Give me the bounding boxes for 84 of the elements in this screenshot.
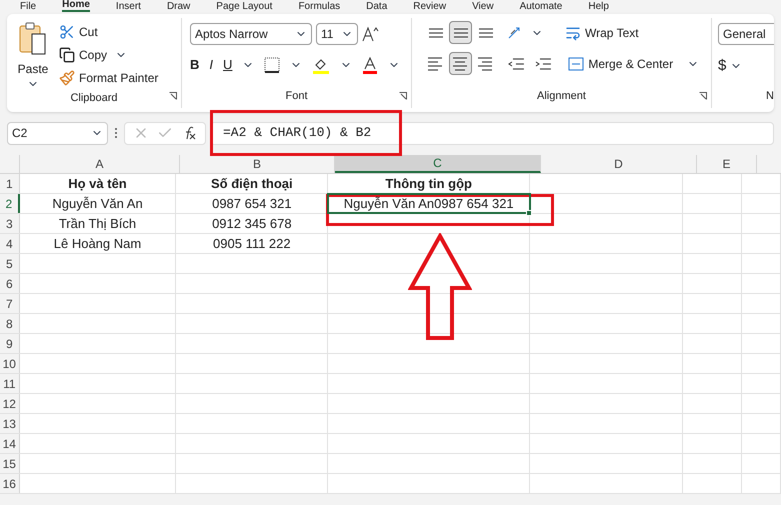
row-header[interactable]: 16	[0, 474, 20, 493]
font-color-icon[interactable]	[362, 56, 378, 74]
underline-button[interactable]: U	[223, 55, 232, 74]
align-icon	[428, 28, 444, 38]
merge-center-button[interactable]: Merge & Center	[568, 54, 674, 72]
merge-icon	[568, 56, 584, 70]
paste-button[interactable]: Paste	[7, 22, 59, 90]
increase-indent-icon[interactable]	[534, 56, 552, 72]
row-header[interactable]: 11	[0, 374, 20, 393]
increase-font-icon[interactable]	[362, 26, 380, 42]
menu-tab[interactable]: File	[20, 1, 36, 12]
row-header[interactable]: 14	[0, 434, 20, 453]
row-header[interactable]: 6	[0, 274, 20, 293]
dialog-launcher-icon[interactable]	[169, 92, 177, 100]
row-header[interactable]: 10	[0, 354, 20, 373]
row-header[interactable]: 4	[0, 234, 20, 253]
menu-tab[interactable]: Review	[413, 1, 446, 12]
cell-text: 0912 345 678	[212, 214, 292, 233]
dialog-launcher-icon[interactable]	[699, 92, 707, 100]
number-format-dropdown[interactable]: General	[718, 23, 774, 45]
menu-tab[interactable]: View	[472, 1, 494, 12]
group-label: Font	[284, 88, 308, 104]
row-header[interactable]: 15	[0, 454, 20, 473]
row-header[interactable]: 12	[0, 394, 20, 413]
column-header[interactable]: E	[697, 155, 757, 173]
column-header[interactable]: C	[335, 155, 541, 173]
fill-handle[interactable]	[526, 210, 532, 216]
row-header[interactable]: 8	[0, 314, 20, 333]
copy-icon	[59, 47, 75, 63]
wrap-text-button[interactable]: Wrap Text	[565, 24, 639, 42]
cell-text: Họ và tên	[68, 174, 127, 193]
align-icon	[477, 56, 494, 70]
wrap-text-icon	[565, 24, 581, 40]
align-icon	[427, 56, 444, 70]
clipboard-icon	[18, 22, 48, 56]
row-header[interactable]: 7	[0, 294, 20, 313]
column-header[interactable]: A	[20, 155, 180, 173]
group-label: Clipboard	[70, 91, 118, 106]
more-options-icon[interactable]	[112, 126, 120, 140]
column-header[interactable]: D	[541, 155, 697, 173]
menu-tab[interactable]: Formulas	[298, 1, 340, 12]
font-size-dropdown[interactable]: 11	[316, 23, 358, 45]
scissors-icon	[59, 24, 75, 40]
menu-tab[interactable]: Insert	[116, 1, 141, 12]
cell-text: 0905 111 222	[213, 234, 291, 253]
menu-tab[interactable]: Home	[62, 0, 90, 12]
cell-text: Trần Thị Bích	[58, 214, 136, 233]
menu-tab[interactable]: Automate	[520, 1, 562, 12]
format-painter-button[interactable]: Format Painter	[59, 68, 158, 88]
dialog-launcher-icon[interactable]	[399, 92, 407, 100]
align-icon	[452, 28, 468, 38]
bold-button[interactable]: B	[190, 55, 200, 74]
row-header[interactable]: 13	[0, 414, 20, 433]
cell-text: Nguyễn Văn An	[52, 194, 143, 213]
menu-tab[interactable]: Page Layout	[216, 1, 272, 12]
row-header[interactable]: 5	[0, 254, 20, 273]
currency-button[interactable]: $	[718, 55, 726, 78]
row-header[interactable]: 3	[0, 214, 20, 233]
align-icon	[452, 56, 468, 70]
menu-tab[interactable]: Data	[366, 1, 388, 12]
cell-text: Nguyễn Văn An0987 654 321	[344, 194, 514, 213]
group-label: Alignment	[536, 88, 587, 104]
cell-text: 0987 654 321	[212, 194, 292, 213]
group-label: N	[765, 88, 774, 104]
copy-button[interactable]: Copy	[59, 46, 108, 64]
align-button[interactable]	[448, 52, 472, 75]
row-header[interactable]: 9	[0, 334, 20, 353]
borders-icon[interactable]	[264, 56, 280, 73]
cell-text: Số điện thoại	[211, 174, 293, 193]
paintbrush-icon	[59, 70, 75, 86]
cell-text: Lê Hoàng Nam	[54, 234, 142, 253]
italic-button[interactable]: I	[209, 55, 214, 74]
decrease-indent-icon[interactable]	[506, 56, 524, 72]
cut-button[interactable]: Cut	[59, 22, 158, 42]
formula-input[interactable]: =A2 & CHAR(10) & B2	[210, 122, 774, 144]
align-button[interactable]	[449, 21, 472, 44]
name-box[interactable]: C2	[7, 122, 108, 144]
row-header[interactable]: 2	[0, 194, 20, 213]
align-icon	[478, 28, 494, 38]
font-name-dropdown[interactable]: Aptos Narrow	[190, 23, 312, 45]
menu-tab[interactable]: Help	[588, 1, 609, 12]
menu-tab[interactable]: Draw	[166, 1, 190, 12]
cell-text: Thông tin gộp	[385, 174, 472, 193]
row-header[interactable]: 1	[0, 174, 20, 193]
